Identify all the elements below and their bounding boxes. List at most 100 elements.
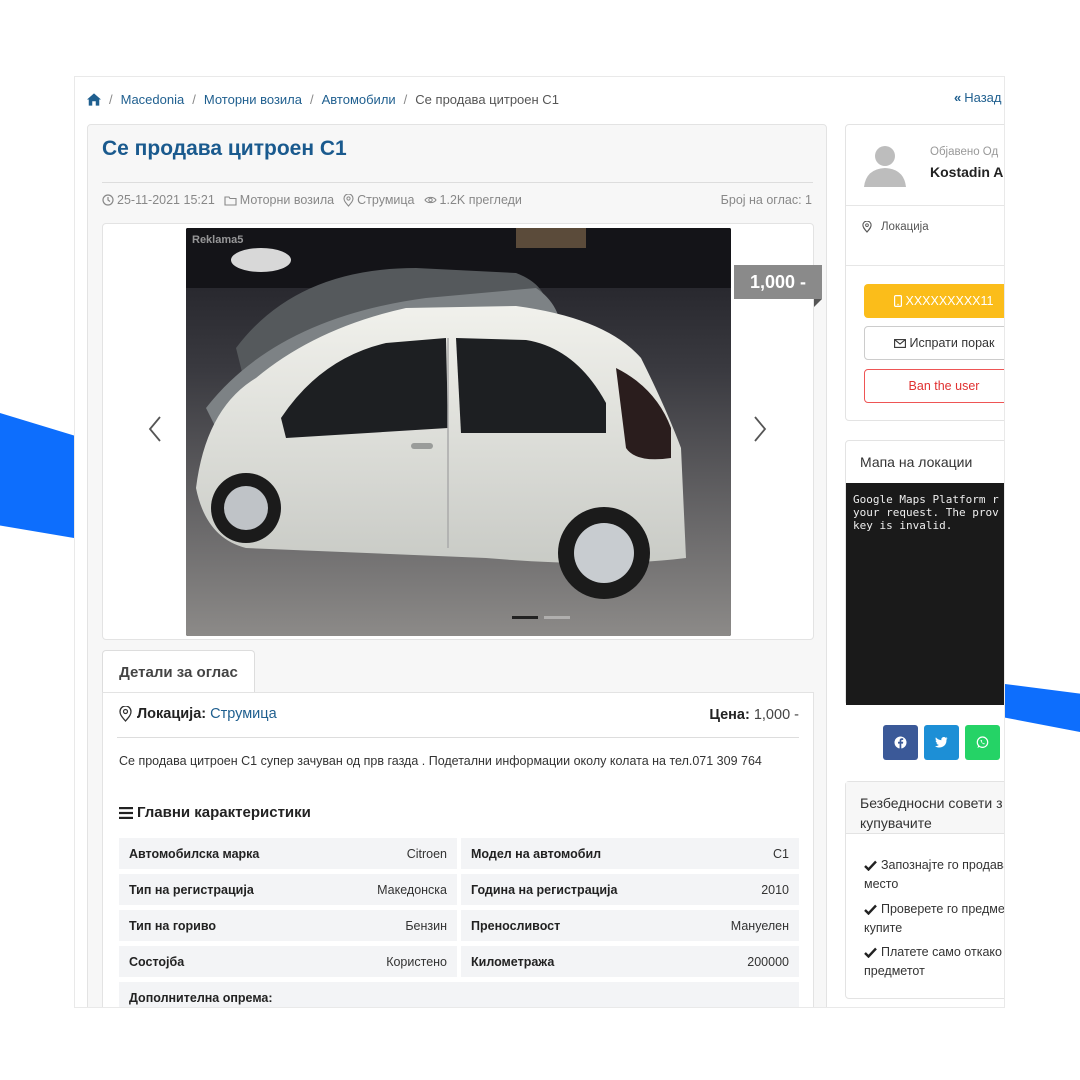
share-more-button[interactable] <box>1004 725 1005 760</box>
posted-by-label: Објавено Од <box>930 146 999 158</box>
carousel-next-button[interactable] <box>750 414 770 444</box>
spec-value: Македонска <box>377 882 447 897</box>
share-facebook-button[interactable] <box>883 725 918 760</box>
spec-value: Citroen <box>406 846 447 861</box>
spec-key: Состојба <box>129 954 185 969</box>
back-link[interactable]: «Назад <box>954 90 1001 105</box>
spec-key: Дополнителна опрема: <box>129 990 273 1005</box>
back-link-label: Назад <box>964 90 1002 105</box>
listing-city: Струмица <box>357 193 415 207</box>
spec-key: Автомобилска марка <box>129 846 260 861</box>
ad-number: Број на оглас: 1 <box>720 193 812 207</box>
carousel-prev-button[interactable] <box>145 414 165 444</box>
price-row: Цена: 1,000 - <box>709 707 799 723</box>
double-chevron-left-icon: « <box>954 90 962 105</box>
share-whatsapp-button[interactable] <box>965 725 1000 760</box>
price-value: 1,000 - <box>753 707 799 723</box>
listing-date: 25-11-2021 15:21 <box>117 193 215 207</box>
divider <box>846 205 1004 206</box>
listing-category: Моторни возила <box>239 193 335 207</box>
spec-row: Состојба Користено <box>119 946 457 977</box>
check-icon <box>864 947 877 959</box>
spec-row: Тип на регистрација Македонска <box>119 874 457 905</box>
location-link[interactable]: Струмица <box>210 706 277 722</box>
safety-tip: Проверете го предмет да го купите <box>864 900 1005 938</box>
check-icon <box>864 904 877 916</box>
location-label: Локација: <box>137 706 207 722</box>
spec-value: Мануелен <box>730 918 789 933</box>
spec-key: Километража <box>471 954 555 969</box>
breadcrumb-current: Се продава цитроен C1 <box>415 91 559 107</box>
send-message-label: Испрати порак <box>909 336 995 350</box>
map-embed[interactable]: Google Maps Platform r your request. The… <box>846 483 1004 705</box>
seller-location: Локација <box>862 221 929 233</box>
phone-button[interactable]: XXXXXXXXX11 <box>864 284 1004 318</box>
whatsapp-icon <box>976 736 989 748</box>
carousel-indicators <box>512 616 570 619</box>
eye-icon <box>423 196 437 204</box>
spec-row: Автомобилска марка Citroen <box>119 838 457 869</box>
avatar <box>864 146 906 187</box>
facebook-icon <box>894 736 907 749</box>
decor-shape-left <box>0 413 74 538</box>
photo-watermark: Reklama5 <box>192 234 244 246</box>
spec-row: Дополнителна опрема: <box>119 982 799 1007</box>
breadcrumb-link-cars[interactable]: Автомобили <box>322 92 396 107</box>
breadcrumb-link-motor-vehicles[interactable]: Моторни возила <box>204 92 302 107</box>
seller-location-label: Локација <box>881 221 929 233</box>
spec-value: 200000 <box>747 954 789 969</box>
carousel-indicator[interactable] <box>512 616 538 619</box>
share-twitter-button[interactable] <box>924 725 959 760</box>
spec-key: Тип на регистрација <box>129 882 254 897</box>
map-pin-icon <box>119 706 132 722</box>
features-title: Главни карактеристики <box>119 804 311 821</box>
map-pin-icon <box>343 193 354 207</box>
spec-row: Година на регистрација 2010 <box>461 874 799 905</box>
spec-key: Модел на автомобил <box>471 846 602 861</box>
listing-description: Се продава цитроен C1 супер зачуван од п… <box>119 754 762 768</box>
safety-tips-card: Безбедносни совети з купувачите Запознај… <box>845 781 1005 999</box>
divider <box>102 182 813 183</box>
breadcrumb-link-macedonia[interactable]: Macedonia <box>121 92 185 107</box>
chevron-left-icon <box>148 416 161 442</box>
spec-key: Тип на гориво <box>129 918 216 933</box>
spec-value: 2010 <box>761 882 789 897</box>
spec-row: Преносливост Мануелен <box>461 910 799 941</box>
listing-views: 1.2K прегледи <box>439 193 522 207</box>
price-tag: 1,000 - <box>734 265 822 299</box>
map-card: Мапа на локации Google Maps Platform r y… <box>845 440 1004 705</box>
ban-user-button[interactable]: Ban the user <box>864 369 1004 403</box>
mobile-phone-icon <box>894 295 903 307</box>
map-title: Мапа на локации <box>860 454 973 470</box>
breadcrumb: / Macedonia / Моторни возила / Автомобил… <box>87 91 559 107</box>
photo-gallery: Reklama5 1,000 - <box>102 223 822 640</box>
breadcrumb-separator: / <box>192 91 196 107</box>
car-photo[interactable]: Reklama5 <box>186 228 731 636</box>
safety-tips-title: Безбедносни совети з купувачите <box>860 795 1003 831</box>
safety-tip-text: Запознајте го продава јавно место <box>864 858 1004 891</box>
send-message-button[interactable]: Испрати порак <box>864 326 1004 360</box>
seller-name[interactable]: Kostadin An <box>930 164 1004 180</box>
tab-ad-details[interactable]: Детали за оглас <box>102 650 255 693</box>
twitter-icon <box>935 737 948 748</box>
seller-card: Објавено Од Kostadin An Локација XXXXXXX… <box>845 124 1004 421</box>
listing-card: Се продава цитроен C1 25-11-2021 15:21 М… <box>87 124 827 1007</box>
spec-row: Километража 200000 <box>461 946 799 977</box>
chevron-right-icon <box>754 416 767 442</box>
car-photo-illustration <box>186 228 731 636</box>
home-icon[interactable] <box>87 92 101 106</box>
divider <box>846 265 1004 266</box>
divider <box>117 737 799 738</box>
location-row: Локација: Струмица <box>119 706 277 722</box>
folder-icon <box>224 195 237 206</box>
list-icon <box>119 806 133 819</box>
spec-value: C1 <box>773 846 789 861</box>
decor-shape-right <box>1005 684 1080 732</box>
map-pin-icon <box>862 221 872 233</box>
safety-tip-text: Проверете го предмет да го купите <box>864 902 1005 935</box>
spec-value: Користено <box>386 954 447 969</box>
carousel-indicator[interactable] <box>544 616 570 619</box>
details-panel: Локација: Струмица Цена: 1,000 - Се прод… <box>102 692 814 1007</box>
page-frame: / Macedonia / Моторни возила / Автомобил… <box>74 76 1005 1008</box>
breadcrumb-separator: / <box>109 91 113 107</box>
